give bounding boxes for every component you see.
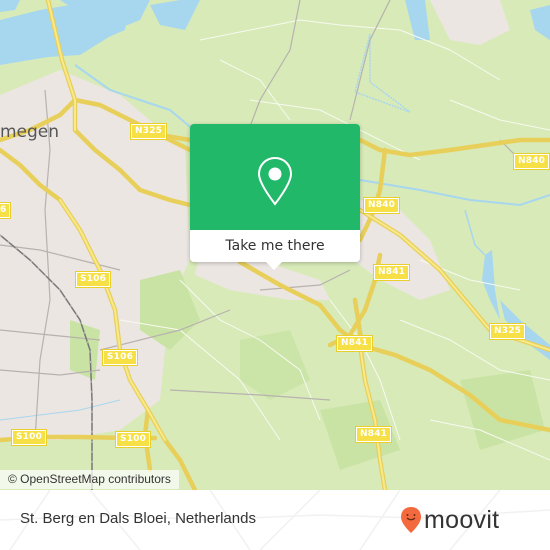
road-label-n841: N841 [354, 426, 393, 443]
road-label-n841: N841 [335, 335, 374, 352]
popup-pointer [266, 262, 282, 270]
road-label-n840: N840 [362, 197, 401, 214]
road-label-s100: S100 [114, 431, 152, 448]
location-popup[interactable]: Take me there [190, 124, 360, 270]
brand-name: moovit [424, 505, 500, 534]
road-label-s106: S106 [101, 349, 139, 366]
footer-bar: St. Berg en Dals Bloei, Netherlands moov… [0, 490, 550, 550]
road-label-n325: N325 [129, 123, 168, 140]
road-label-n325: N325 [488, 323, 527, 340]
moovit-logo[interactable]: moovit [400, 504, 499, 536]
popup-header [190, 124, 360, 230]
city-label-nijmegen: megen [0, 122, 60, 142]
moovit-pin-icon [401, 507, 421, 533]
map-pin-icon [257, 156, 293, 206]
road-label-n841: N841 [372, 264, 411, 281]
place-name: St. Berg en Dals Bloei, Netherlands [20, 510, 256, 527]
take-me-there-button[interactable]: Take me there [190, 230, 360, 262]
map-attribution[interactable]: © OpenStreetMap contributors [0, 470, 179, 489]
road-label-s-partial: 6 [0, 202, 12, 219]
road-label-s106: S106 [74, 271, 112, 288]
road-label-s100: S100 [10, 429, 48, 446]
road-label-n840: N840 [512, 153, 550, 170]
map-view[interactable]: megen N325 N840 N840 N841 N325 N841 N841… [0, 0, 550, 490]
